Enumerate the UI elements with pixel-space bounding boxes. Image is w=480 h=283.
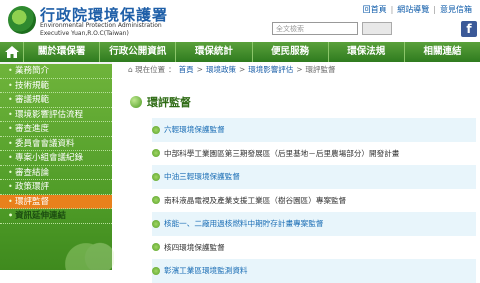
breadcrumb-current: 環評監督 <box>305 65 336 74</box>
bullet-icon <box>152 243 160 252</box>
nav-about[interactable]: 關於環保署 <box>24 42 101 62</box>
bullet-icon <box>152 172 160 181</box>
main-nav: 關於環保署 行政公開資訊 環保統計 便民服務 環保法規 相關連結 <box>0 42 480 62</box>
sidebar-item-overview[interactable]: • 業務簡介 <box>0 64 112 79</box>
sidebar-item-review-specs[interactable]: • 審議規範 <box>0 93 112 108</box>
bullet-icon <box>152 125 160 134</box>
nav-statistics[interactable]: 環保統計 <box>176 42 253 62</box>
nav-regulations[interactable]: 環保法規 <box>329 42 405 62</box>
bullet-icon: • <box>8 80 13 90</box>
sidebar-item-conclusions[interactable]: • 審查結論 <box>0 166 112 180</box>
home-link[interactable]: 回首頁 <box>363 5 387 14</box>
sidebar-item-eia-process[interactable]: • 環境影響評估流程 <box>0 108 112 122</box>
title-leaf-icon <box>130 96 142 108</box>
list-item[interactable]: 中部科學工業園區第三期發展區（后里基地－后里農場部分）開發計畫 <box>152 142 476 166</box>
bullet-icon: • <box>8 153 13 162</box>
sidebar-item-committee-data[interactable]: • 委員會會議資料 <box>0 137 112 151</box>
sidebar-item-technical-specs[interactable]: • 技術規範 <box>0 79 112 93</box>
feedback-link[interactable]: 意見信箱 <box>440 5 472 14</box>
search-button[interactable] <box>362 22 392 35</box>
sidebar-decoration <box>44 210 114 270</box>
sitemap-link[interactable]: 網站導覽 <box>397 5 429 14</box>
breadcrumb-home-icon: ⌂ <box>128 65 133 74</box>
bullet-icon: • <box>8 138 13 148</box>
breadcrumb: ⌂ 現在位置：首頁 > 環境政策 > 環境影響評估 > 環評監督 <box>128 65 336 74</box>
page-title-text: 環評監督 <box>147 96 191 109</box>
sidebar-item-review-progress[interactable]: • 審查進度 <box>0 122 112 137</box>
bullet-icon <box>152 266 160 275</box>
list-item[interactable]: 中油三輕環境保護監督 <box>152 165 476 189</box>
top-links: 回首頁 | 網站導覽 | 意見信箱 <box>362 5 472 14</box>
breadcrumb-policy[interactable]: 環境政策 <box>206 65 236 74</box>
sidebar: • 業務簡介 • 技術規範 • 審議規範 • 環境影響評估流程 • 審查進度 • 委員會會議… <box>0 62 114 270</box>
bullet-icon: • <box>8 66 13 75</box>
supervision-list: 六輕環境保護監督 中部科學工業園區第三期發展區（后里基地－后里農場部分）開發計畫… <box>152 118 476 283</box>
epa-logo-icon[interactable] <box>8 6 36 34</box>
sidebar-item-group-minutes[interactable]: • 專案小組會議紀錄 <box>0 151 112 166</box>
bullet-icon: • <box>8 182 13 191</box>
bullet-icon: • <box>8 167 13 177</box>
list-item[interactable]: 南科液晶電視及產業支援工業區（樹谷園區）專案監督 <box>152 189 476 213</box>
breadcrumb-eia[interactable]: 環境影響評估 <box>248 65 293 74</box>
sidebar-item-policy-eia[interactable]: • 政策環評 <box>0 180 112 195</box>
site-subtitle-en-2: Executive Yuan,R.O.C(Taiwan) <box>40 30 129 37</box>
page-title: 環評監督 <box>130 94 191 110</box>
nav-public-info[interactable]: 行政公開資訊 <box>100 42 177 62</box>
breadcrumb-prefix: 現在位置 <box>135 65 166 74</box>
bullet-icon <box>152 149 160 158</box>
facebook-icon[interactable]: f <box>461 21 477 37</box>
list-item[interactable]: 彰濱工業區環境監測資料 <box>152 259 476 283</box>
site-header: 行政院環境保護署 Environmental Protection Admini… <box>0 0 480 42</box>
bullet-icon <box>152 196 160 205</box>
site-subtitle-en: Environmental Protection Administration <box>40 22 162 29</box>
nav-services[interactable]: 便民服務 <box>253 42 329 62</box>
bullet-icon <box>152 219 160 228</box>
list-item[interactable]: 核四環境保護監督 <box>152 236 476 260</box>
bullet-icon: • <box>8 95 13 104</box>
bullet-icon: • <box>8 211 14 220</box>
nav-related-links[interactable]: 相關連結 <box>405 42 480 62</box>
bullet-icon: • <box>8 124 13 133</box>
list-item[interactable]: 六輕環境保護監督 <box>152 118 476 142</box>
bullet-icon: • <box>8 109 13 119</box>
breadcrumb-home[interactable]: 首頁 <box>179 65 194 74</box>
list-item[interactable]: 核能一、二廠用過核燃料中期貯存計畫專案監督 <box>152 212 476 236</box>
sidebar-item-eia-supervision[interactable]: • 環評監督 <box>0 194 112 209</box>
home-icon[interactable] <box>0 42 24 62</box>
search-input[interactable]: 全文檢索 <box>272 22 358 35</box>
bullet-icon: • <box>8 196 13 206</box>
